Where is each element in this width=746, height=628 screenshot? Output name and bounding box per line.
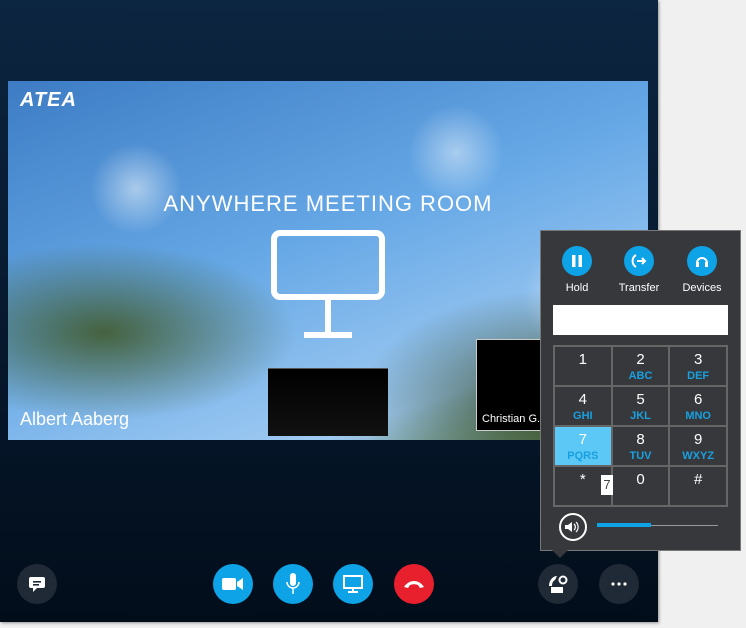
- more-icon: [611, 582, 627, 586]
- self-video-preview: [268, 368, 388, 436]
- monitor-icon: [343, 575, 363, 593]
- key-0[interactable]: 0: [611, 466, 670, 506]
- key-8[interactable]: 8 TUV: [611, 426, 670, 466]
- key-5[interactable]: 5 JKL: [611, 386, 670, 426]
- room-title: ANYWHERE MEETING ROOM: [163, 191, 493, 216]
- key-digit: 9: [693, 431, 703, 448]
- key-digit: 4: [578, 391, 587, 408]
- chat-icon: [29, 577, 45, 592]
- key-digit: 5: [636, 391, 645, 408]
- volume-fill: [597, 523, 652, 527]
- key-letters: TUV: [629, 450, 652, 462]
- hang-up-icon: [404, 581, 424, 588]
- mute-button[interactable]: [273, 564, 313, 604]
- transfer-label: Transfer: [618, 282, 660, 294]
- key-digit: 0: [636, 471, 645, 488]
- key-1[interactable]: 1: [554, 346, 612, 386]
- key-digit: 7: [578, 431, 587, 448]
- speaker-icon: [565, 521, 579, 533]
- key-letters: DEF: [687, 370, 710, 382]
- dialpad-pointer: [552, 550, 568, 558]
- key-2[interactable]: 2 ABC: [611, 346, 670, 386]
- keypad: 1 2 ABC 3 DEF 4 GHI 5 JKL 6 MNO 7 PQRS 8 TUV 9 WXYZ * 0 #: [553, 345, 728, 507]
- participant-name: Albert Aaberg: [20, 409, 130, 429]
- key-digit: #: [693, 471, 703, 488]
- key-letters: WXYZ: [682, 450, 715, 462]
- volume-button[interactable]: [559, 513, 587, 541]
- key-7[interactable]: 7 PQRS: [554, 426, 612, 466]
- key-letters: ABC: [628, 370, 653, 382]
- key-9[interactable]: 9 WXYZ: [669, 426, 727, 466]
- key-digit: 2: [636, 351, 645, 368]
- call-controls-button[interactable]: [538, 564, 578, 604]
- headset-icon: [696, 257, 708, 267]
- key-letters: PQRS: [567, 450, 599, 462]
- key-digit: 3: [693, 351, 703, 368]
- hang-up-button[interactable]: [394, 564, 434, 604]
- chat-button[interactable]: [17, 564, 57, 604]
- microphone-icon: [286, 573, 300, 594]
- key-digit: 8: [636, 431, 645, 448]
- key-3[interactable]: 3 DEF: [669, 346, 727, 386]
- hold-button[interactable]: Hold: [547, 246, 607, 294]
- more-options-button[interactable]: [599, 564, 639, 604]
- video-button[interactable]: [213, 564, 253, 604]
- hold-label: Hold: [565, 282, 589, 294]
- key-letters: JKL: [630, 410, 651, 422]
- key-hash[interactable]: #: [669, 466, 727, 506]
- key-6[interactable]: 6 MNO: [669, 386, 727, 426]
- pause-icon: [572, 255, 582, 267]
- key-letters: GHI: [573, 410, 593, 422]
- key-4[interactable]: 4 GHI: [554, 386, 612, 426]
- transfer-icon: [631, 254, 647, 268]
- phone-settings-icon: [549, 575, 568, 593]
- key-digit: 6: [693, 391, 703, 408]
- atea-logo: ATEA: [20, 89, 77, 111]
- participant-tile-name: Christian G...: [482, 413, 547, 425]
- dialpad-panel: Hold Transfer Devices 1 2 ABC 3 DEF 4 GHI 5 JKL 6…: [540, 230, 741, 551]
- share-screen-button[interactable]: [333, 564, 373, 604]
- devices-label: Devices: [682, 282, 722, 294]
- dial-number-input[interactable]: [553, 305, 728, 335]
- key-digit: 1: [578, 351, 587, 368]
- key-letters: MNO: [685, 410, 711, 422]
- camera-icon: [222, 578, 243, 590]
- devices-button[interactable]: Devices: [672, 246, 732, 294]
- key-digit: *: [579, 471, 586, 488]
- key-tooltip: 7: [601, 475, 613, 495]
- transfer-button[interactable]: Transfer: [609, 246, 669, 294]
- screen-icon: [271, 230, 385, 338]
